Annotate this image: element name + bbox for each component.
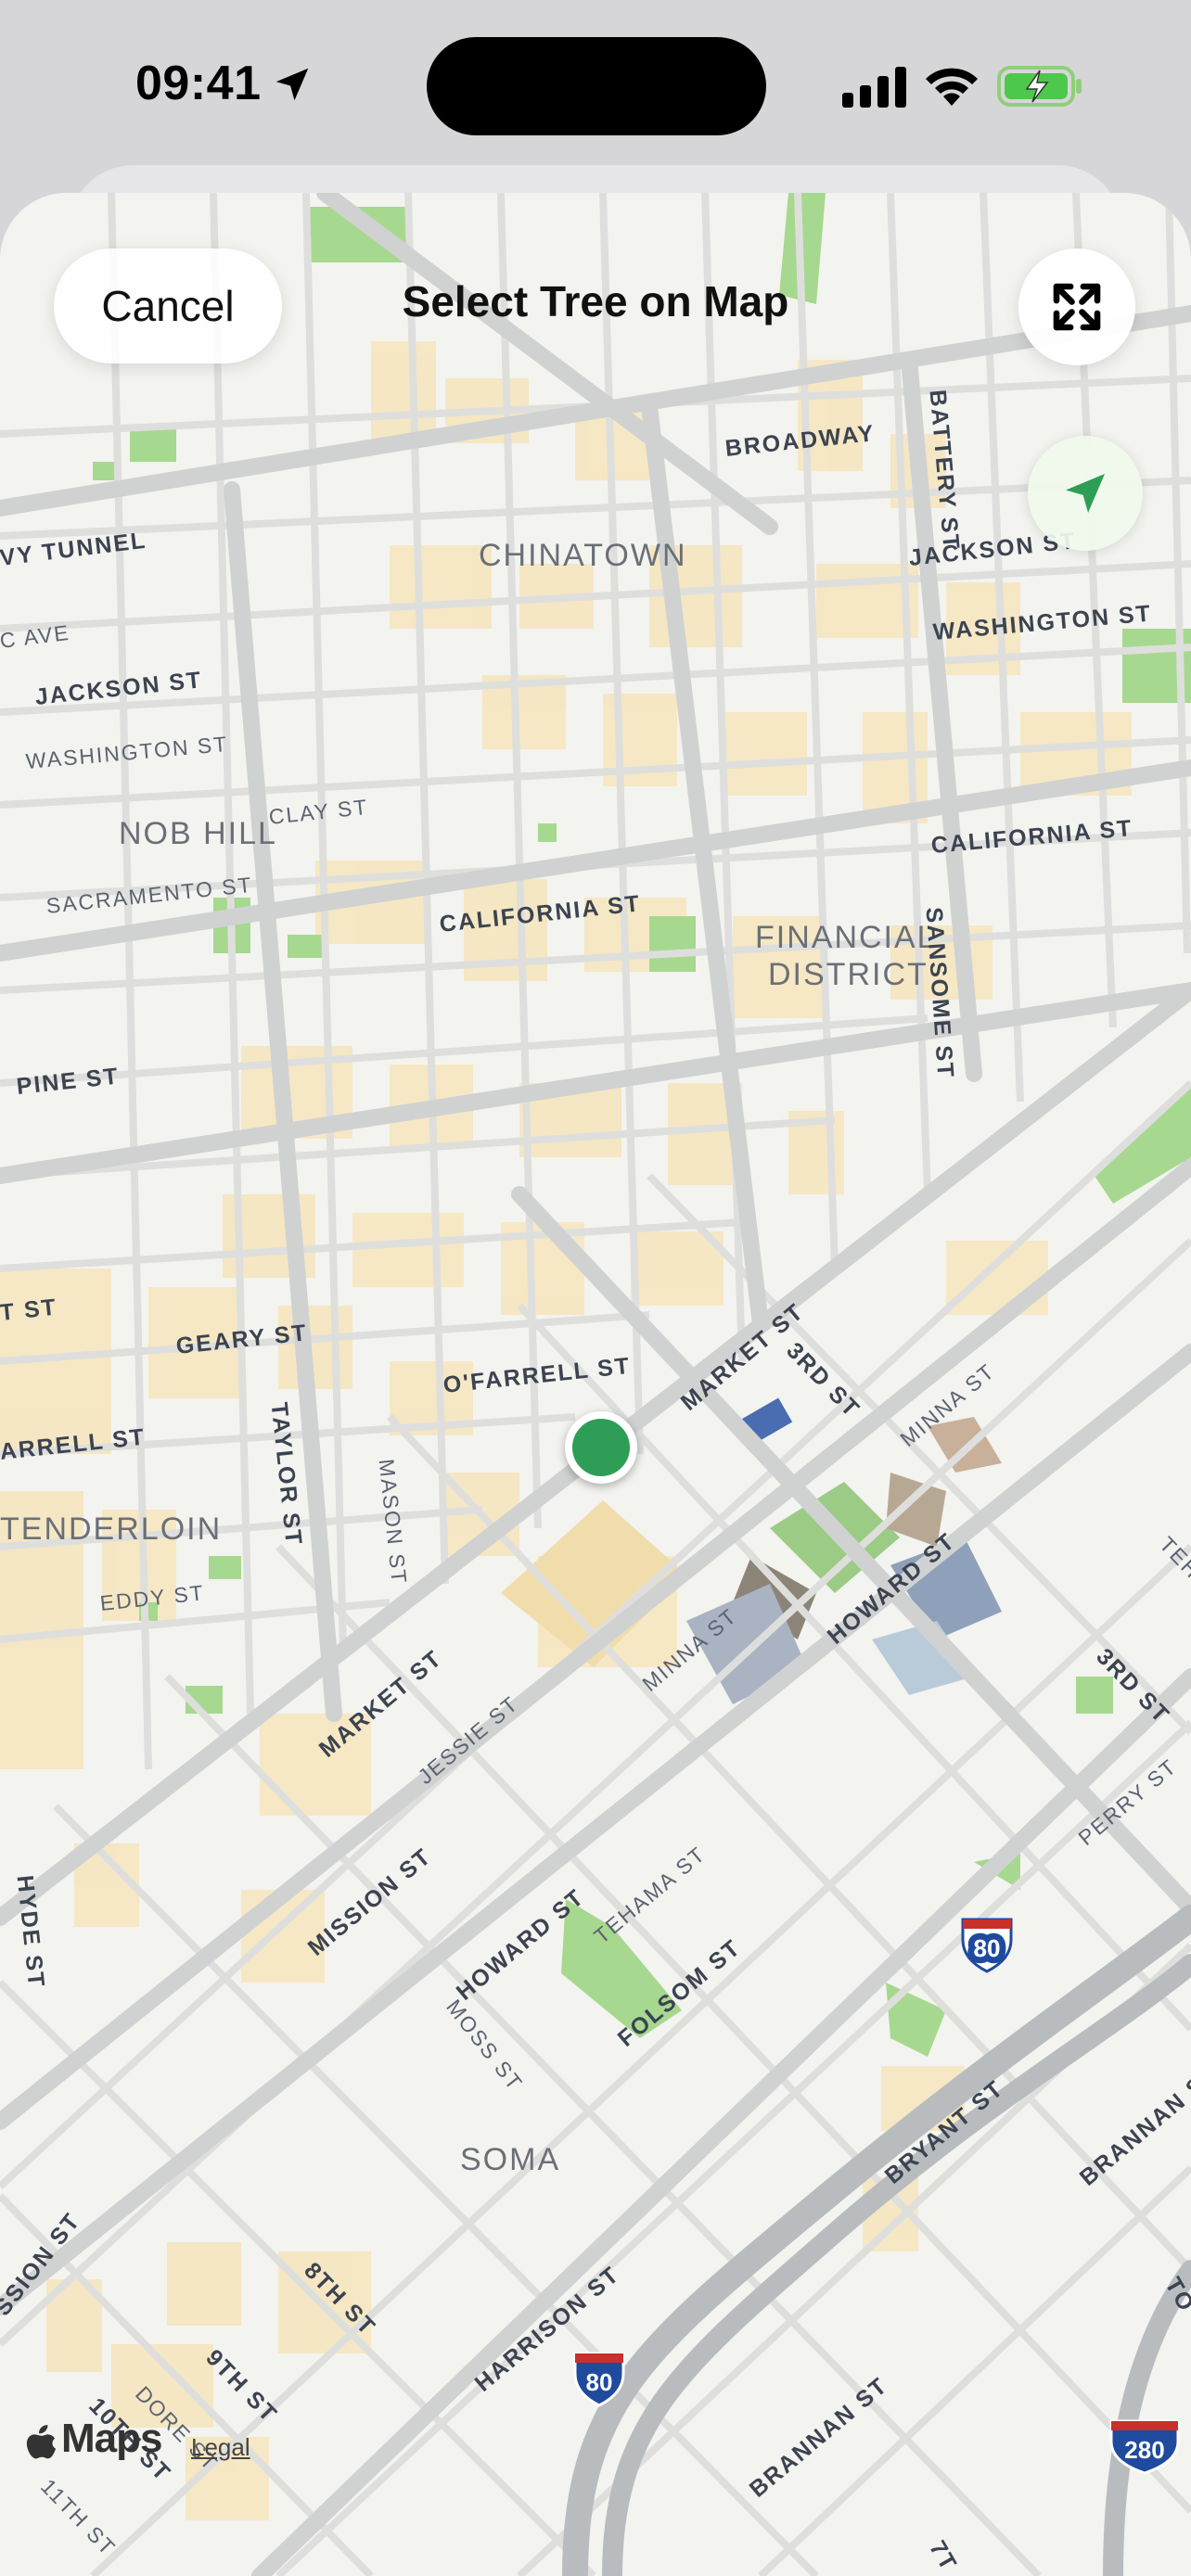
expand-button[interactable] xyxy=(1018,249,1135,365)
neighborhood-label: DISTRICT xyxy=(768,957,928,992)
page-title: Select Tree on Map xyxy=(402,277,789,325)
dynamic-island xyxy=(427,37,766,135)
svg-text:80: 80 xyxy=(974,1934,1001,1962)
cellular-signal-icon xyxy=(842,67,906,108)
expand-arrows-icon xyxy=(1053,283,1101,331)
status-time: 09:41 xyxy=(135,57,262,110)
cancel-button[interactable]: Cancel xyxy=(54,249,282,363)
locate-me-button[interactable] xyxy=(1028,436,1143,551)
svg-text:280: 280 xyxy=(1124,2436,1164,2464)
svg-text:80: 80 xyxy=(586,2368,613,2396)
legal-link[interactable]: Legal xyxy=(191,2433,250,2462)
battery-charging-icon xyxy=(997,66,1082,107)
location-arrow-icon xyxy=(1066,474,1105,513)
neighborhood-label: SOMA xyxy=(460,2142,561,2177)
apple-logo-icon xyxy=(26,2425,57,2459)
wifi-icon xyxy=(926,68,978,106)
neighborhood-label: TENDERLOIN xyxy=(0,1511,223,1547)
status-bar: 09:41 xyxy=(0,0,1191,167)
selected-location-pin[interactable] xyxy=(565,1411,637,1484)
neighborhood-label: CHINATOWN xyxy=(479,538,687,573)
location-arrow-icon xyxy=(275,68,309,101)
maps-label: Maps xyxy=(61,2416,162,2461)
neighborhood-label: FINANCIAL xyxy=(755,920,937,955)
neighborhood-label: NOB HILL xyxy=(119,816,277,851)
map-sheet: 80 80 80 280 CHINATOWN NOB HILL FINANCIA… xyxy=(0,193,1191,2576)
apple-maps-logo: Maps xyxy=(26,2416,162,2462)
